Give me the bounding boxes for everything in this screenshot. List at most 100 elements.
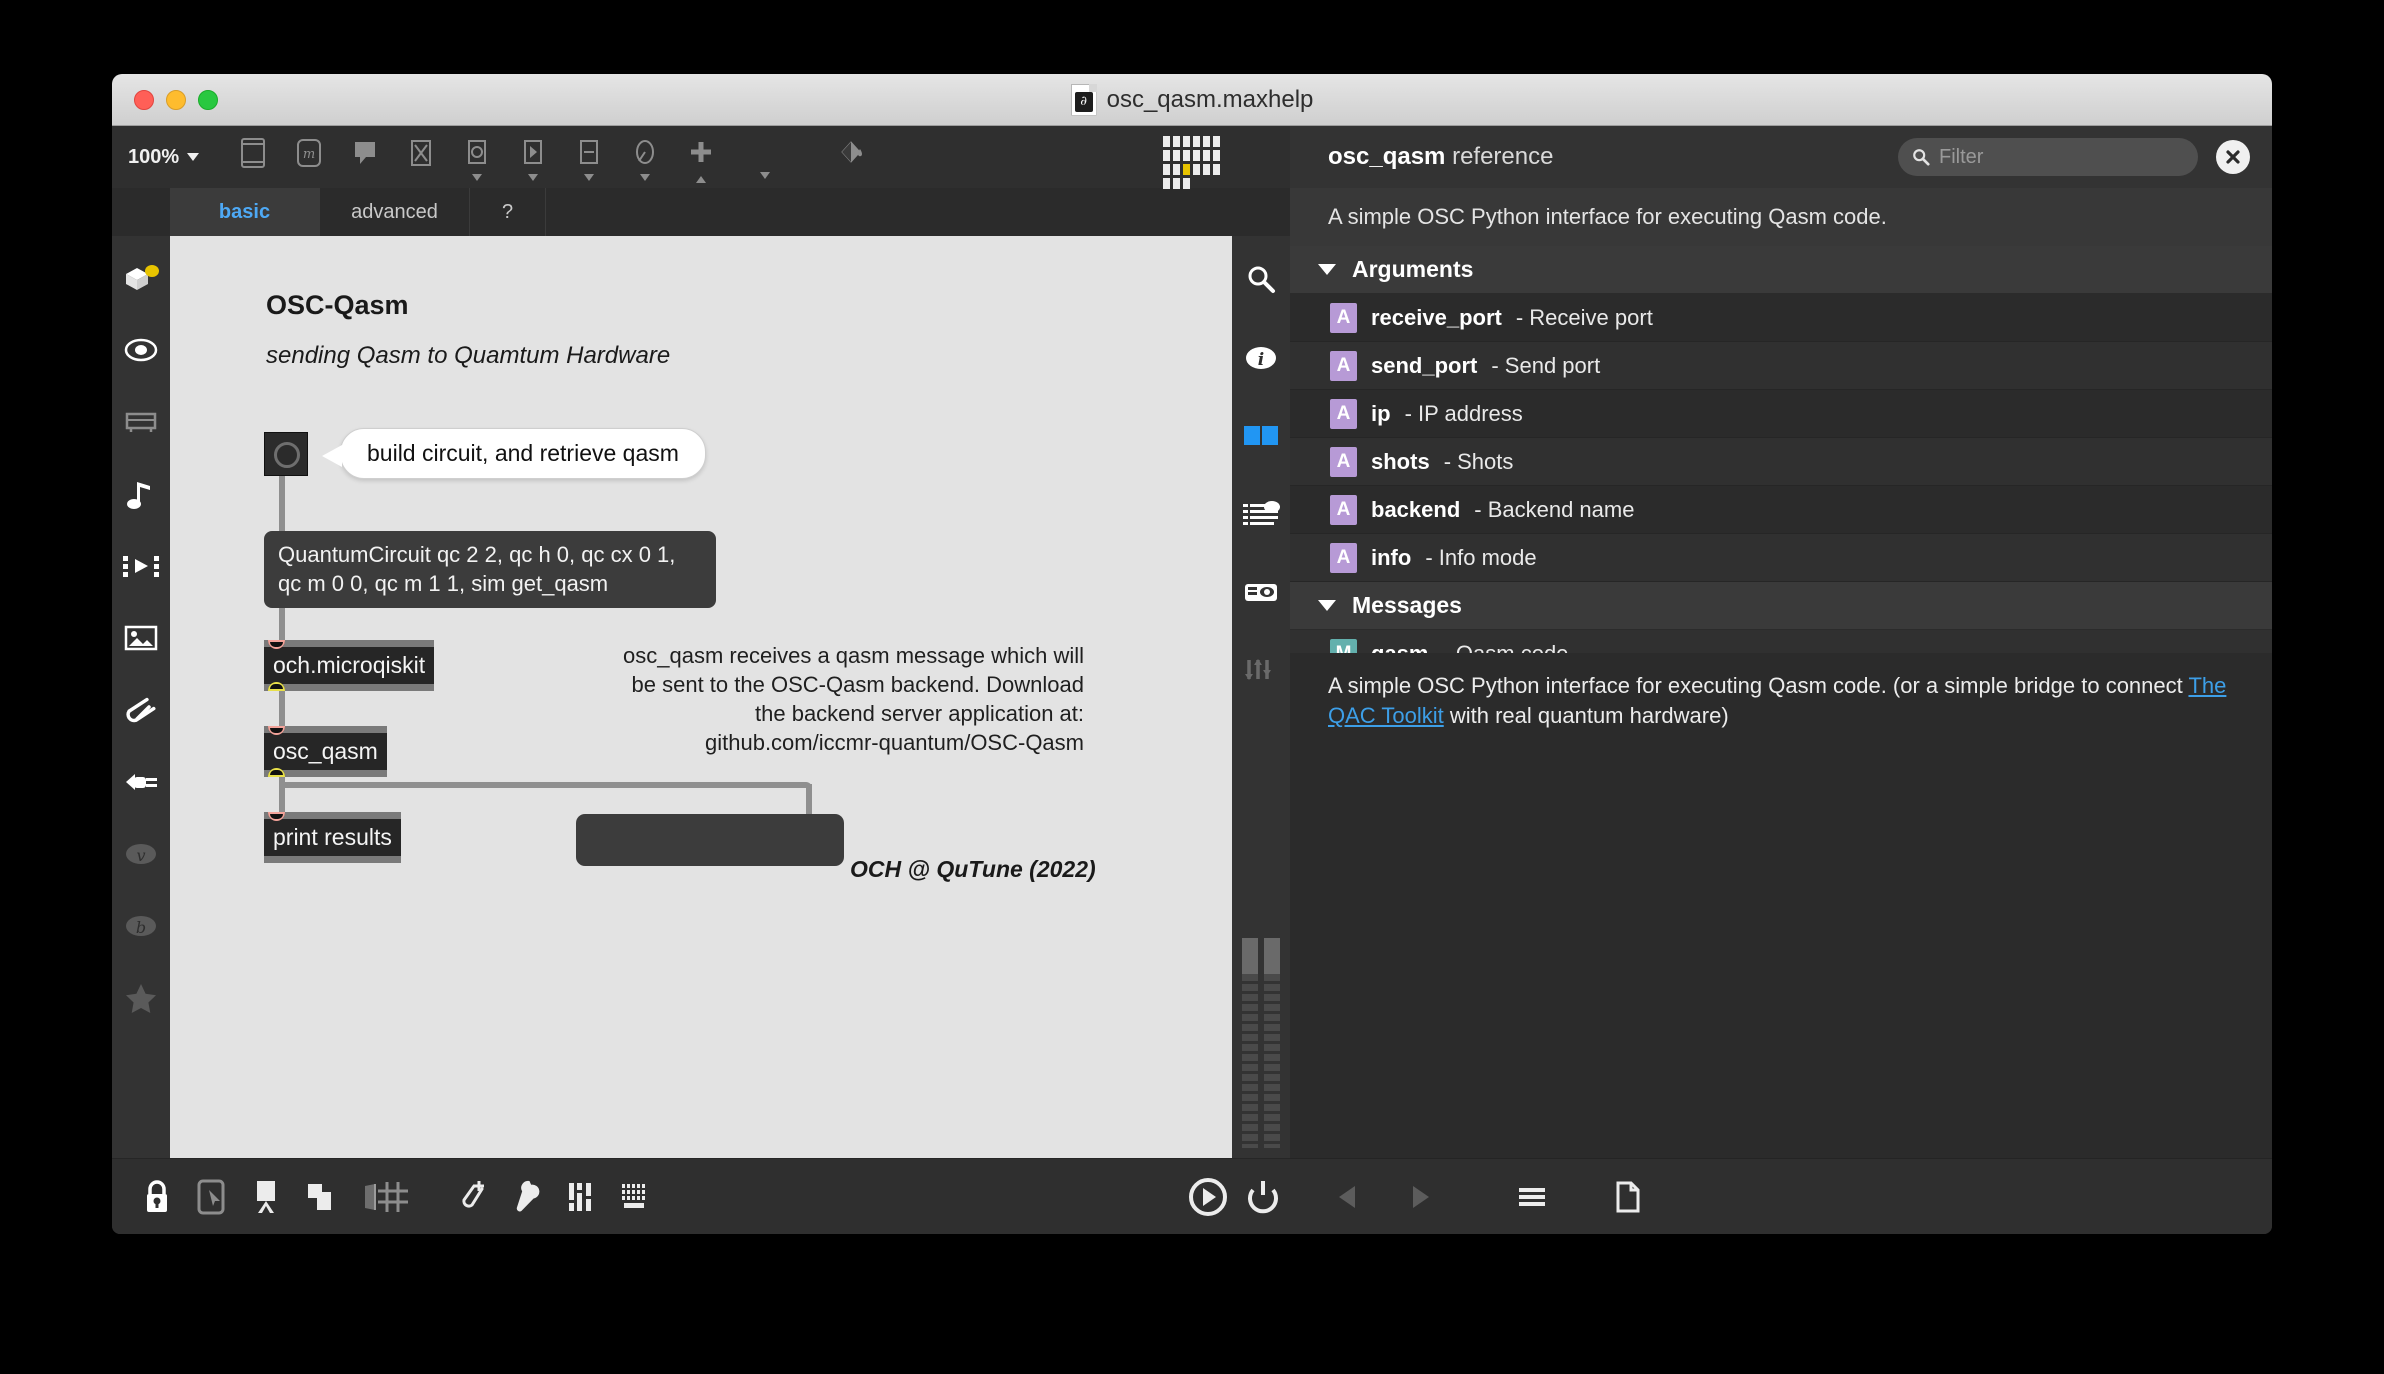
reference-description: A simple OSC Python interface for execut… (1290, 653, 2272, 752)
snapshot-icon[interactable] (1241, 572, 1281, 612)
object-box-print-results[interactable]: print results (264, 812, 401, 863)
music-note-icon[interactable] (121, 474, 161, 514)
zoom-level-dropdown[interactable]: 100% (128, 146, 199, 169)
drawer-icon[interactable] (121, 402, 161, 442)
reference-title: osc_qasm reference (1328, 143, 1553, 171)
reference-row[interactable]: A shots - Shots (1290, 438, 2272, 486)
chevron-down-icon (640, 174, 650, 181)
package-icon[interactable] (121, 258, 161, 298)
duplicate-icon[interactable] (293, 1167, 347, 1227)
back-arrow-icon[interactable] (1312, 1167, 1384, 1227)
new-doc-icon[interactable] (1592, 1167, 1664, 1227)
comment-icon[interactable] (337, 131, 393, 183)
message-box-object[interactable]: QuantumCircuit qc 2 2, qc h 0, qc cx 0 1… (264, 531, 716, 608)
vizzie-icon[interactable]: v (121, 834, 161, 874)
tab-help[interactable]: ? (470, 188, 546, 236)
add-icon[interactable] (673, 131, 729, 183)
search-icon[interactable] (1241, 260, 1281, 300)
svg-text:v: v (136, 846, 145, 865)
power-icon[interactable] (1236, 1167, 1290, 1227)
grid-badge-icon[interactable] (1163, 136, 1220, 189)
object-box-och-microqiskit[interactable]: och.microqiskit (264, 640, 434, 691)
inlet[interactable] (268, 812, 285, 821)
target-icon[interactable] (121, 330, 161, 370)
reference-row[interactable]: A ip - IP address (1290, 390, 2272, 438)
chevron-up-icon (696, 176, 706, 183)
reference-row[interactable]: M qasm - Qasm code (1290, 630, 2272, 653)
reference-row[interactable]: A backend - Backend name (1290, 486, 2272, 534)
reference-row[interactable]: A send_port - Send port (1290, 342, 2272, 390)
presentation-icon[interactable] (239, 1167, 293, 1227)
row-desc: - Info mode (1425, 545, 1536, 571)
reference-digest: A simple OSC Python interface for execut… (1290, 188, 2272, 246)
plug-icon[interactable] (121, 762, 161, 802)
chevron-down-icon[interactable] (737, 131, 793, 183)
lock-icon[interactable] (130, 1167, 184, 1227)
reference-row[interactable]: A info - Info mode (1290, 534, 2272, 582)
row-desc: - IP address (1405, 401, 1523, 427)
argument-tag-icon: A (1330, 303, 1357, 333)
tab-basic[interactable]: basic (170, 188, 320, 236)
text-object-icon[interactable]: m (281, 131, 337, 183)
argument-tag-icon: A (1330, 543, 1357, 573)
outlet[interactable] (268, 768, 285, 777)
object-label: osc_qasm (273, 738, 378, 764)
forward-arrow-icon[interactable] (1384, 1167, 1456, 1227)
close-reference-button[interactable] (2216, 140, 2250, 174)
reference-row[interactable]: A receive_port - Receive port (1290, 294, 2272, 342)
patch-comment: osc_qasm receives a qasm message which w… (614, 641, 1084, 757)
menu-icon[interactable] (1496, 1167, 1568, 1227)
message-icon[interactable] (505, 131, 561, 183)
svg-text:b: b (136, 918, 146, 937)
inspector-icon[interactable] (225, 131, 281, 183)
document-icon: ∂ (1071, 84, 1097, 116)
row-name: backend (1371, 497, 1460, 523)
inlet[interactable] (268, 726, 285, 735)
section-header-messages[interactable]: Messages (1290, 582, 2272, 630)
bang-object[interactable] (264, 432, 308, 476)
zoom-level-label: 100% (128, 146, 179, 169)
list-icon[interactable] (1241, 494, 1281, 534)
wrench-icon[interactable] (498, 1167, 552, 1227)
svg-text:i: i (1258, 350, 1264, 370)
panels-icon[interactable] (1241, 416, 1281, 456)
patcher-canvas[interactable]: OSC-Qasm sending Qasm to Quamtum Hardwar… (170, 236, 1232, 1158)
image-icon[interactable] (121, 618, 161, 658)
divider-icon[interactable] (561, 131, 617, 183)
filter-search-box[interactable] (1898, 138, 2198, 176)
row-name: send_port (1371, 353, 1477, 379)
info-icon[interactable]: i (1241, 338, 1281, 378)
meter-right (1264, 938, 1280, 1148)
mixer-icon[interactable] (553, 1167, 607, 1227)
inlet[interactable] (268, 640, 285, 649)
beap-icon[interactable]: b (121, 906, 161, 946)
triangle-down-icon (1318, 600, 1336, 611)
output-panel[interactable] (576, 814, 844, 866)
patch-subtitle: sending Qasm to Quamtum Hardware (266, 342, 670, 370)
no-edit-icon[interactable] (393, 131, 449, 183)
video-icon[interactable] (121, 546, 161, 586)
paperclip-icon[interactable] (121, 690, 161, 730)
outlet[interactable] (268, 682, 285, 691)
section-header-arguments[interactable]: Arguments (1290, 246, 2272, 294)
object-box-osc-qasm[interactable]: osc_qasm (264, 726, 387, 777)
patcher-left-rail: v b (112, 236, 170, 1158)
close-icon (2223, 147, 2243, 167)
meter-left (1242, 938, 1258, 1148)
object-label: print results (273, 824, 392, 850)
reference-header: osc_qasm reference (1290, 126, 2272, 188)
paint-bucket-icon[interactable] (823, 131, 879, 183)
tab-advanced[interactable]: advanced (320, 188, 470, 236)
grid-icon[interactable] (366, 1167, 420, 1227)
object-explorer-icon[interactable] (449, 131, 505, 183)
edit-cursor-icon[interactable] (184, 1167, 238, 1227)
star-icon[interactable] (121, 978, 161, 1018)
keyboard-icon[interactable] (607, 1167, 661, 1227)
reference-title-suffix: reference (1445, 143, 1553, 170)
gauge-icon[interactable] (617, 131, 673, 183)
sliders-icon[interactable] (1241, 650, 1281, 690)
run-icon[interactable] (1181, 1167, 1235, 1227)
row-desc: - Receive port (1516, 305, 1653, 331)
add-clipping-icon[interactable] (444, 1167, 498, 1227)
filter-input[interactable] (1939, 146, 2184, 169)
